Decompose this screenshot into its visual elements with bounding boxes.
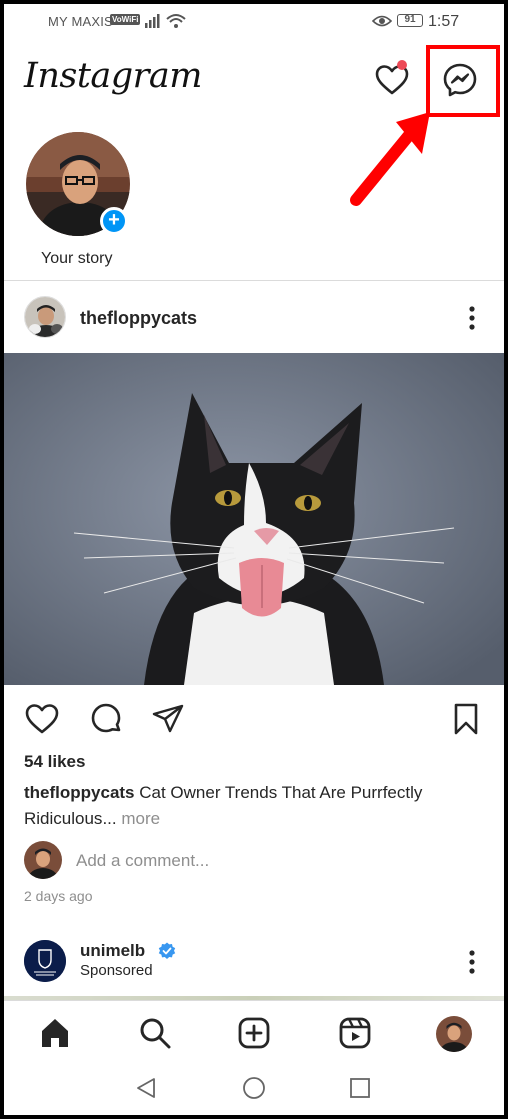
sponsor-avatar[interactable] — [24, 940, 66, 982]
reels-icon[interactable] — [338, 1016, 372, 1050]
search-icon[interactable] — [138, 1016, 172, 1050]
annotation-highlight-box — [426, 45, 500, 117]
home-circle-icon[interactable] — [242, 1076, 266, 1100]
recents-icon[interactable] — [348, 1076, 372, 1100]
battery-indicator: 91 — [397, 14, 423, 27]
profile-avatar[interactable] — [436, 1016, 472, 1052]
cat-photo — [4, 353, 504, 685]
clock: 1:57 — [428, 13, 460, 30]
post-username[interactable]: thefloppycats — [80, 308, 197, 329]
caption-ellipsis: ... — [102, 809, 117, 828]
post-caption: thefloppycats Cat Owner Trends That Are … — [24, 780, 484, 832]
profile-avatar-photo — [436, 1016, 472, 1052]
system-nav-bar — [4, 1059, 504, 1115]
status-bar: MY MAXIS VoWiFi 91 1:57 — [4, 4, 504, 40]
caption-username[interactable]: thefloppycats — [24, 783, 135, 802]
sponsor-username[interactable]: unimelb — [80, 941, 145, 961]
add-comment-input[interactable]: Add a comment... — [76, 851, 209, 871]
carrier-label: MY MAXIS — [48, 14, 113, 29]
unimelb-logo — [24, 940, 66, 982]
post-image[interactable] — [4, 353, 504, 685]
new-post-icon[interactable] — [237, 1016, 271, 1050]
sponsored-label: Sponsored — [80, 962, 153, 979]
app-screen: MY MAXIS VoWiFi 91 1:57 Instagram + Your… — [4, 4, 504, 1115]
post-timestamp: 2 days ago — [24, 888, 93, 904]
comment-icon[interactable] — [88, 701, 124, 737]
signal-icon — [145, 14, 186, 28]
home-icon[interactable] — [38, 1016, 72, 1050]
instagram-logo[interactable]: Instagram — [24, 56, 202, 96]
commenter-photo — [24, 841, 62, 879]
bottom-nav — [4, 1000, 504, 1058]
notification-dot — [397, 60, 407, 70]
more-options-icon[interactable] — [466, 304, 478, 332]
vowifi-badge: VoWiFi — [110, 14, 141, 25]
add-story-button[interactable]: + — [100, 207, 128, 235]
annotation-arrow — [350, 112, 430, 206]
commenter-avatar — [24, 841, 62, 879]
verified-badge-icon — [158, 942, 176, 959]
sponsor-more-options-icon[interactable] — [466, 948, 478, 976]
post-author-avatar[interactable] — [24, 296, 66, 338]
post-author-photo — [25, 297, 65, 337]
caption-more-link[interactable]: more — [117, 809, 160, 828]
likes-count[interactable]: 54 likes — [24, 752, 85, 772]
story-label: Your story — [41, 250, 113, 267]
back-icon[interactable] — [134, 1076, 158, 1100]
eye-icon — [372, 15, 392, 27]
save-bookmark-icon[interactable] — [448, 701, 484, 737]
stories-divider — [4, 280, 504, 281]
like-heart-icon[interactable] — [24, 701, 60, 737]
share-icon[interactable] — [150, 701, 186, 737]
